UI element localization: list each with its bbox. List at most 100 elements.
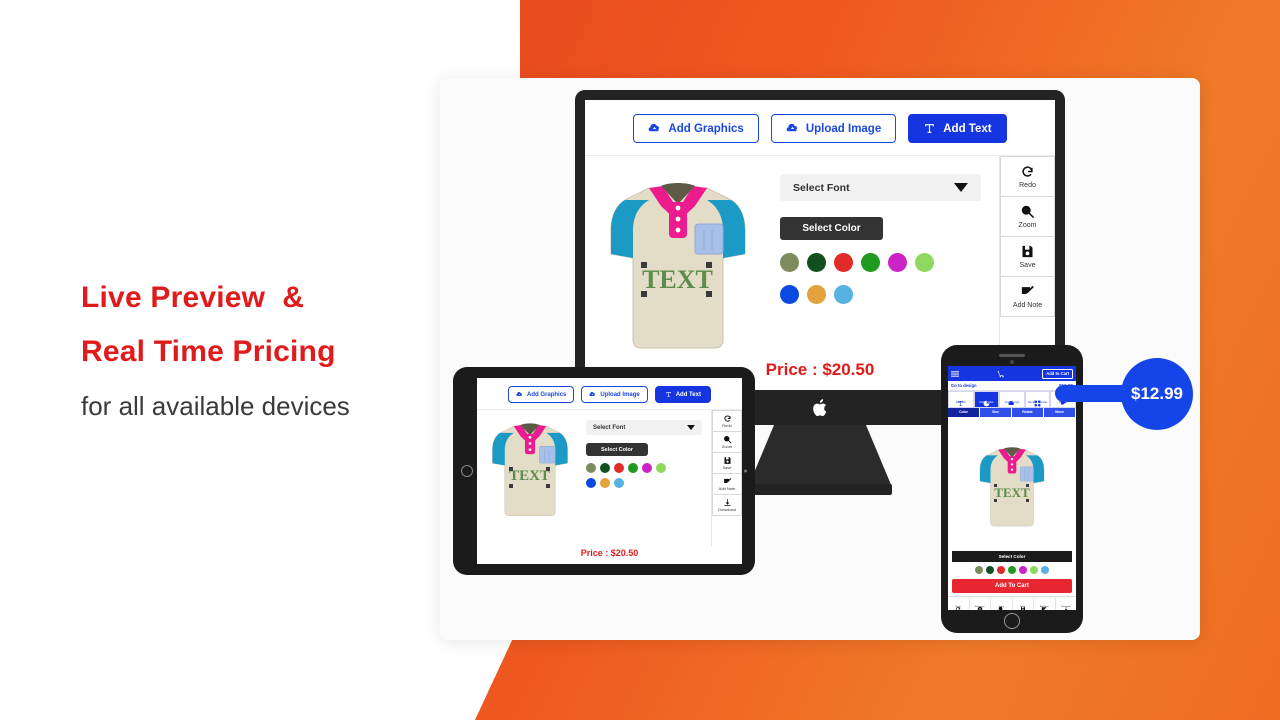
- phone-tool-add-note[interactable]: Add Note: [1034, 597, 1056, 610]
- color-swatch[interactable]: [834, 285, 853, 304]
- selection-handle[interactable]: [994, 498, 997, 502]
- tool-add-note[interactable]: Add Note: [712, 473, 742, 494]
- phone-tab-add-text[interactable]: Add Text: [948, 391, 974, 408]
- color-swatch[interactable]: [614, 478, 624, 488]
- color-swatch[interactable]: [861, 253, 880, 272]
- color-swatch[interactable]: [600, 463, 610, 473]
- tshirt-preview[interactable]: TEXT: [488, 416, 572, 517]
- tshirt-preview[interactable]: TEXT: [603, 170, 753, 350]
- tool-save[interactable]: Save: [1000, 236, 1055, 276]
- tool-redo[interactable]: Redo: [712, 410, 742, 431]
- upload-image-button[interactable]: Upload Image: [770, 114, 897, 143]
- phone-preview-pane: TEXT: [948, 417, 1076, 552]
- tool-zoom[interactable]: Zoom: [712, 431, 742, 452]
- add-text-button[interactable]: Add Text: [908, 114, 1007, 143]
- phone-select-color-button[interactable]: Select Color: [952, 551, 1072, 563]
- add-graphics-button[interactable]: Add Graphics: [633, 114, 759, 143]
- desktop-controls-pane: Select Font Select Color: [770, 156, 999, 356]
- color-swatch[interactable]: [975, 566, 983, 575]
- tablet-tools-pane: Redo Zoom Save Add Note Download: [711, 410, 742, 546]
- phone-tab-upload-logo[interactable]: Upload Logo: [999, 391, 1025, 408]
- tool-download-label: Download: [718, 507, 736, 512]
- color-swatch[interactable]: [614, 463, 624, 473]
- phone-home-button[interactable]: [1004, 613, 1020, 629]
- color-swatch[interactable]: [1041, 566, 1049, 575]
- phone-tool-redo[interactable]: Redo: [948, 597, 970, 610]
- tool-add-note[interactable]: Add Note: [1000, 276, 1055, 317]
- tablet-toolbar: Add Graphics Upload Image Add Text: [477, 378, 742, 410]
- color-swatch[interactable]: [656, 463, 666, 473]
- selection-handle[interactable]: [545, 467, 550, 471]
- phone-tool-label: Download: [1060, 605, 1071, 608]
- color-swatch[interactable]: [807, 285, 826, 304]
- color-swatch[interactable]: [915, 253, 934, 272]
- selection-handle[interactable]: [545, 484, 550, 488]
- phone-subtab-rotate[interactable]: Rotate: [1012, 407, 1044, 417]
- selection-handle[interactable]: [640, 291, 647, 297]
- cloud-upload-icon: [589, 391, 596, 398]
- phone-tool-label: Zoom: [998, 605, 1005, 608]
- tool-save[interactable]: Save: [712, 452, 742, 473]
- color-swatch[interactable]: [780, 253, 799, 272]
- cart-icon[interactable]: [997, 370, 1005, 378]
- selection-handle[interactable]: [1026, 483, 1029, 487]
- phone-tab-name-number[interactable]: Name & Number: [1024, 391, 1051, 408]
- color-swatch[interactable]: [780, 285, 799, 304]
- color-swatch[interactable]: [586, 463, 596, 473]
- phone-tool-save[interactable]: Save: [1013, 597, 1034, 610]
- phone-tool-zoom[interactable]: Zoom: [991, 597, 1013, 610]
- phone-tool-label: Save: [1020, 605, 1026, 608]
- hamburger-icon[interactable]: [951, 370, 959, 378]
- tool-zoom[interactable]: Zoom: [1000, 196, 1055, 236]
- phone-add-to-cart-top-button[interactable]: Add to Cart: [1042, 368, 1073, 379]
- upload-image-button[interactable]: Upload Image: [581, 386, 648, 403]
- tablet-app-body: TEXT Select Font Select Color Redo Zoom …: [477, 410, 742, 546]
- phone-add-to-cart-button[interactable]: Add To Cart: [952, 579, 1072, 594]
- add-text-button[interactable]: Add Text: [654, 386, 711, 403]
- phone-subtab-size[interactable]: Size: [980, 407, 1012, 417]
- add-graphics-button[interactable]: Add Graphics: [508, 386, 575, 403]
- color-swatch[interactable]: [888, 253, 907, 272]
- select-font-dropdown[interactable]: Select Font: [780, 174, 981, 201]
- color-swatch[interactable]: [586, 478, 596, 488]
- color-swatch[interactable]: [807, 253, 826, 272]
- select-color-button[interactable]: Select Color: [586, 443, 648, 456]
- selection-handle[interactable]: [994, 483, 997, 487]
- color-swatch[interactable]: [986, 566, 994, 575]
- phone-tab-label: Design: [1059, 401, 1068, 404]
- selection-handle[interactable]: [508, 484, 513, 488]
- zoom-icon: [723, 435, 732, 444]
- tablet-home-button[interactable]: [461, 465, 473, 477]
- color-swatch[interactable]: [997, 566, 1005, 575]
- phone-screen: Add to Cart Go to design $12.99 Add Text…: [948, 366, 1076, 610]
- tool-download[interactable]: Download: [712, 494, 742, 516]
- color-swatch[interactable]: [1008, 566, 1016, 575]
- selection-handle[interactable]: [640, 262, 647, 268]
- phone-sub-tabs: Color Size Rotate Move: [948, 407, 1076, 417]
- phone-tab-add-graphic[interactable]: Add Graphic: [973, 391, 1000, 408]
- add-note-icon: [723, 477, 732, 486]
- color-swatch[interactable]: [1030, 566, 1038, 575]
- selection-handle[interactable]: [705, 262, 712, 268]
- color-swatch[interactable]: [834, 253, 853, 272]
- phone-subtab-color[interactable]: Color: [948, 407, 980, 417]
- download-icon: [723, 498, 732, 507]
- tablet-controls-pane: Select Font Select Color: [582, 410, 711, 546]
- phone-back-link[interactable]: Go to design: [951, 383, 977, 388]
- add-note-icon: [1020, 284, 1035, 299]
- color-swatch[interactable]: [600, 478, 610, 488]
- tshirt-preview[interactable]: TEXT: [976, 441, 1048, 527]
- color-swatch[interactable]: [1019, 566, 1027, 575]
- color-swatch[interactable]: [642, 463, 652, 473]
- phone-tool-download[interactable]: Download: [1056, 597, 1077, 610]
- selection-handle[interactable]: [705, 291, 712, 297]
- select-font-dropdown[interactable]: Select Font: [586, 420, 702, 435]
- selection-handle[interactable]: [1026, 498, 1029, 502]
- tool-redo[interactable]: Redo: [1000, 156, 1055, 196]
- phone-tool-edit-layer[interactable]: Edit Layer: [970, 597, 991, 610]
- selection-handle[interactable]: [508, 467, 513, 471]
- phone-subtab-move[interactable]: Move: [1044, 407, 1076, 417]
- color-swatch[interactable]: [628, 463, 638, 473]
- redo-icon: [723, 414, 732, 423]
- select-color-button[interactable]: Select Color: [780, 217, 883, 240]
